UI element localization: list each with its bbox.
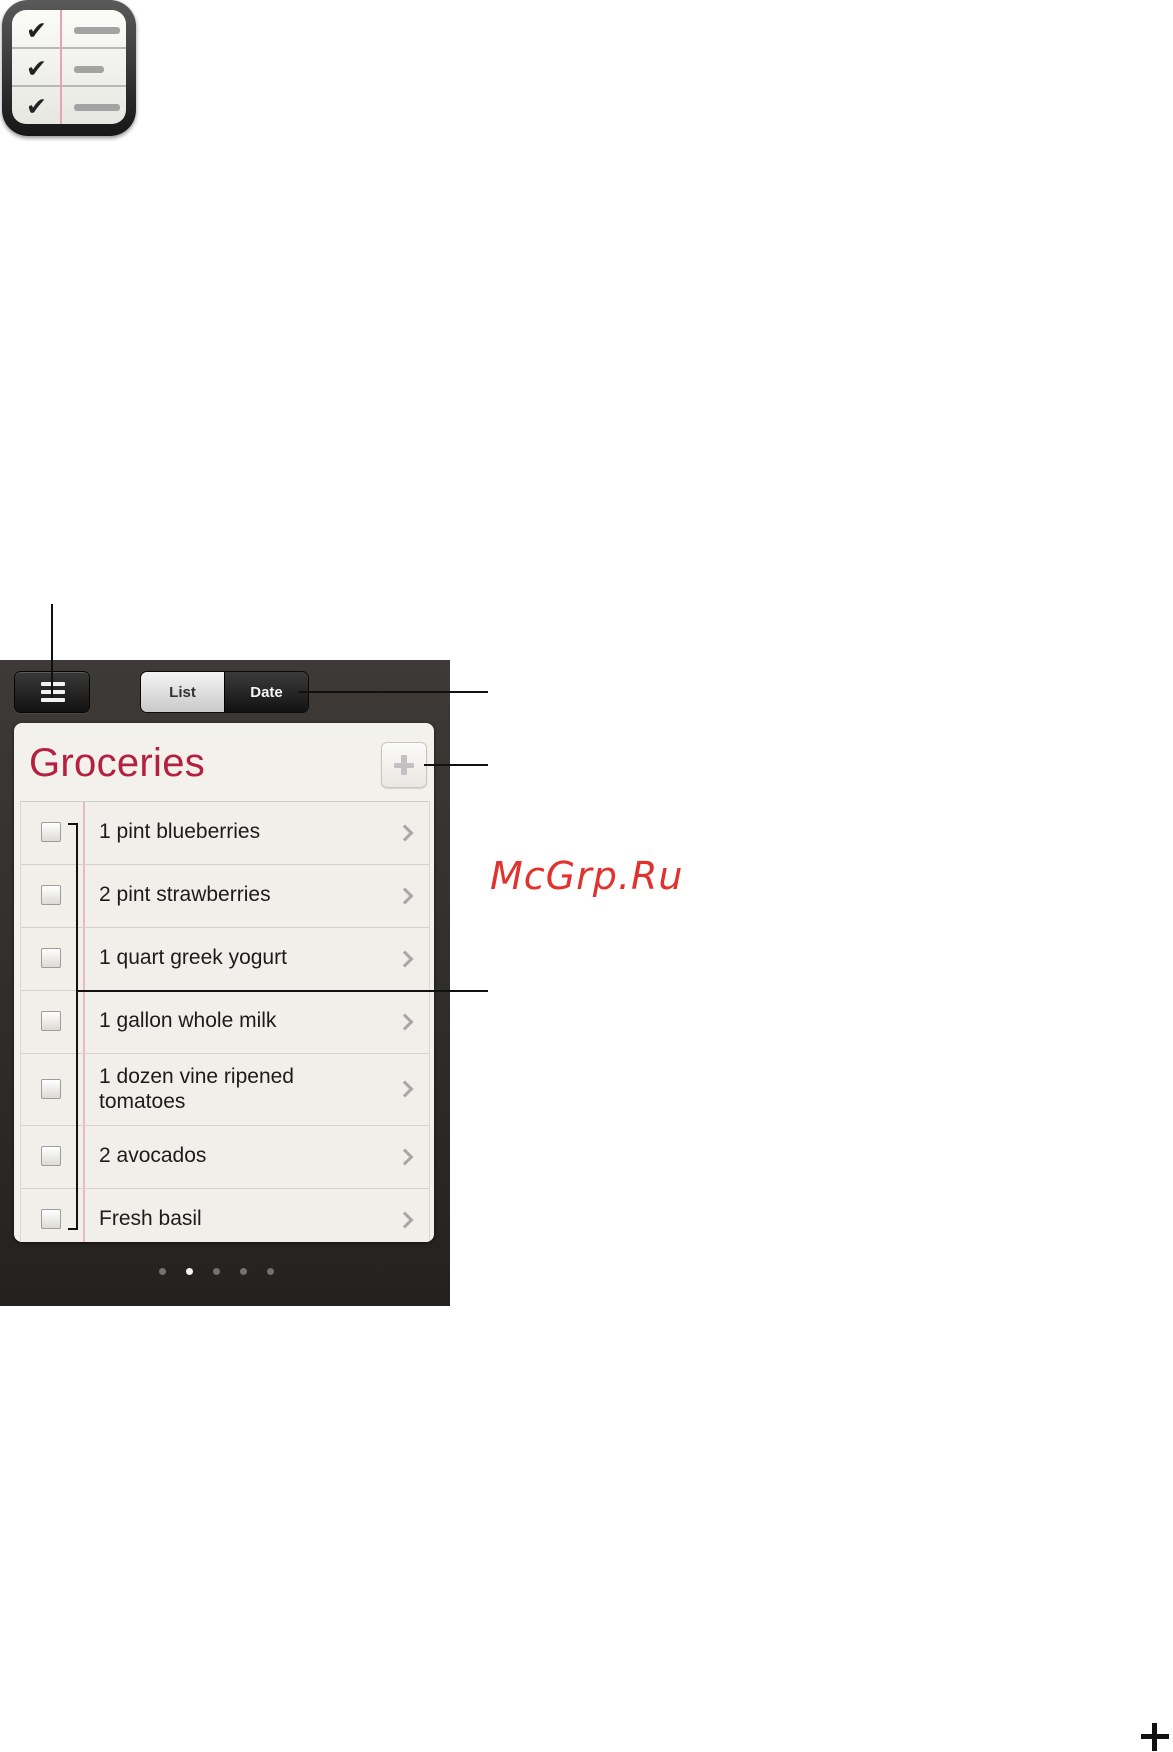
checkbox[interactable] <box>41 822 61 842</box>
checkbox[interactable] <box>41 1079 61 1099</box>
segment-list[interactable]: List <box>141 672 224 712</box>
app-icon-rule <box>12 85 126 87</box>
list-item[interactable]: 1 pint blueberries <box>21 802 429 865</box>
checkmark-icon: ✔ <box>26 54 47 83</box>
chevron-right-icon[interactable] <box>396 950 414 968</box>
checkbox[interactable] <box>41 1146 61 1166</box>
page-dot[interactable] <box>267 1268 274 1275</box>
list-item[interactable]: 1 gallon whole milk <box>21 991 429 1054</box>
callout-line-view-mode <box>298 691 488 693</box>
reminder-text: Fresh basil <box>99 1207 202 1230</box>
list-title: Groceries <box>29 741 206 785</box>
callout-bracket-items <box>68 823 78 1230</box>
chevron-right-icon[interactable] <box>396 1211 414 1229</box>
chevron-right-icon[interactable] <box>396 824 414 842</box>
reminder-list: 1 pint blueberries 2 pint strawberries 1… <box>20 801 430 1242</box>
chevron-right-icon[interactable] <box>396 1013 414 1031</box>
checkbox[interactable] <box>41 1209 61 1229</box>
list-item[interactable]: 2 avocados <box>21 1126 429 1189</box>
checkbox[interactable] <box>41 948 61 968</box>
reminders-app-icon: ✔ ✔ ✔ <box>2 0 136 136</box>
list-item[interactable]: Fresh basil <box>21 1189 429 1242</box>
page-dot[interactable] <box>213 1268 220 1275</box>
reminder-text: 1 pint blueberries <box>99 820 261 843</box>
reminder-text: 1 gallon whole milk <box>99 1009 277 1032</box>
page-dot[interactable] <box>240 1268 247 1275</box>
app-icon-line <box>74 27 120 34</box>
reminder-text: 2 avocados <box>99 1144 207 1167</box>
crop-mark-icon <box>1141 1723 1169 1751</box>
app-icon-line <box>74 66 104 73</box>
reminder-text: 2 pint strawberries <box>99 883 271 906</box>
chevron-right-icon[interactable] <box>396 1148 414 1166</box>
page-dot-current[interactable] <box>186 1268 193 1275</box>
list-item[interactable]: 2 pint strawberries <box>21 865 429 928</box>
list-item[interactable]: 1 dozen vine ripened tomatoes <box>21 1054 429 1126</box>
checkbox[interactable] <box>41 1011 61 1031</box>
callout-line-add <box>424 764 488 766</box>
app-icon-line <box>74 104 120 111</box>
app-icon-margin <box>60 10 62 124</box>
app-icon-rule <box>12 47 126 49</box>
callout-line-items <box>78 990 488 992</box>
callout-line-menu <box>51 604 53 698</box>
page-dot[interactable] <box>159 1268 166 1275</box>
chevron-right-icon[interactable] <box>396 887 414 905</box>
reminder-text: 1 dozen vine ripened tomatoes <box>99 1065 294 1113</box>
checkbox[interactable] <box>41 885 61 905</box>
app-icon-paper: ✔ ✔ ✔ <box>12 10 126 124</box>
add-reminder-button[interactable] <box>381 742 427 788</box>
chevron-right-icon[interactable] <box>396 1080 414 1098</box>
segment-date[interactable]: Date <box>224 672 308 712</box>
checkmark-icon: ✔ <box>26 92 47 121</box>
page-indicator[interactable] <box>159 1268 274 1275</box>
list-item[interactable]: 1 quart greek yogurt <box>21 928 429 991</box>
view-mode-segmented-control: List Date <box>140 671 309 713</box>
watermark-text: McGrp.Ru <box>490 854 684 898</box>
checkmark-icon: ✔ <box>26 16 47 45</box>
reminder-text: 1 quart greek yogurt <box>99 946 287 969</box>
